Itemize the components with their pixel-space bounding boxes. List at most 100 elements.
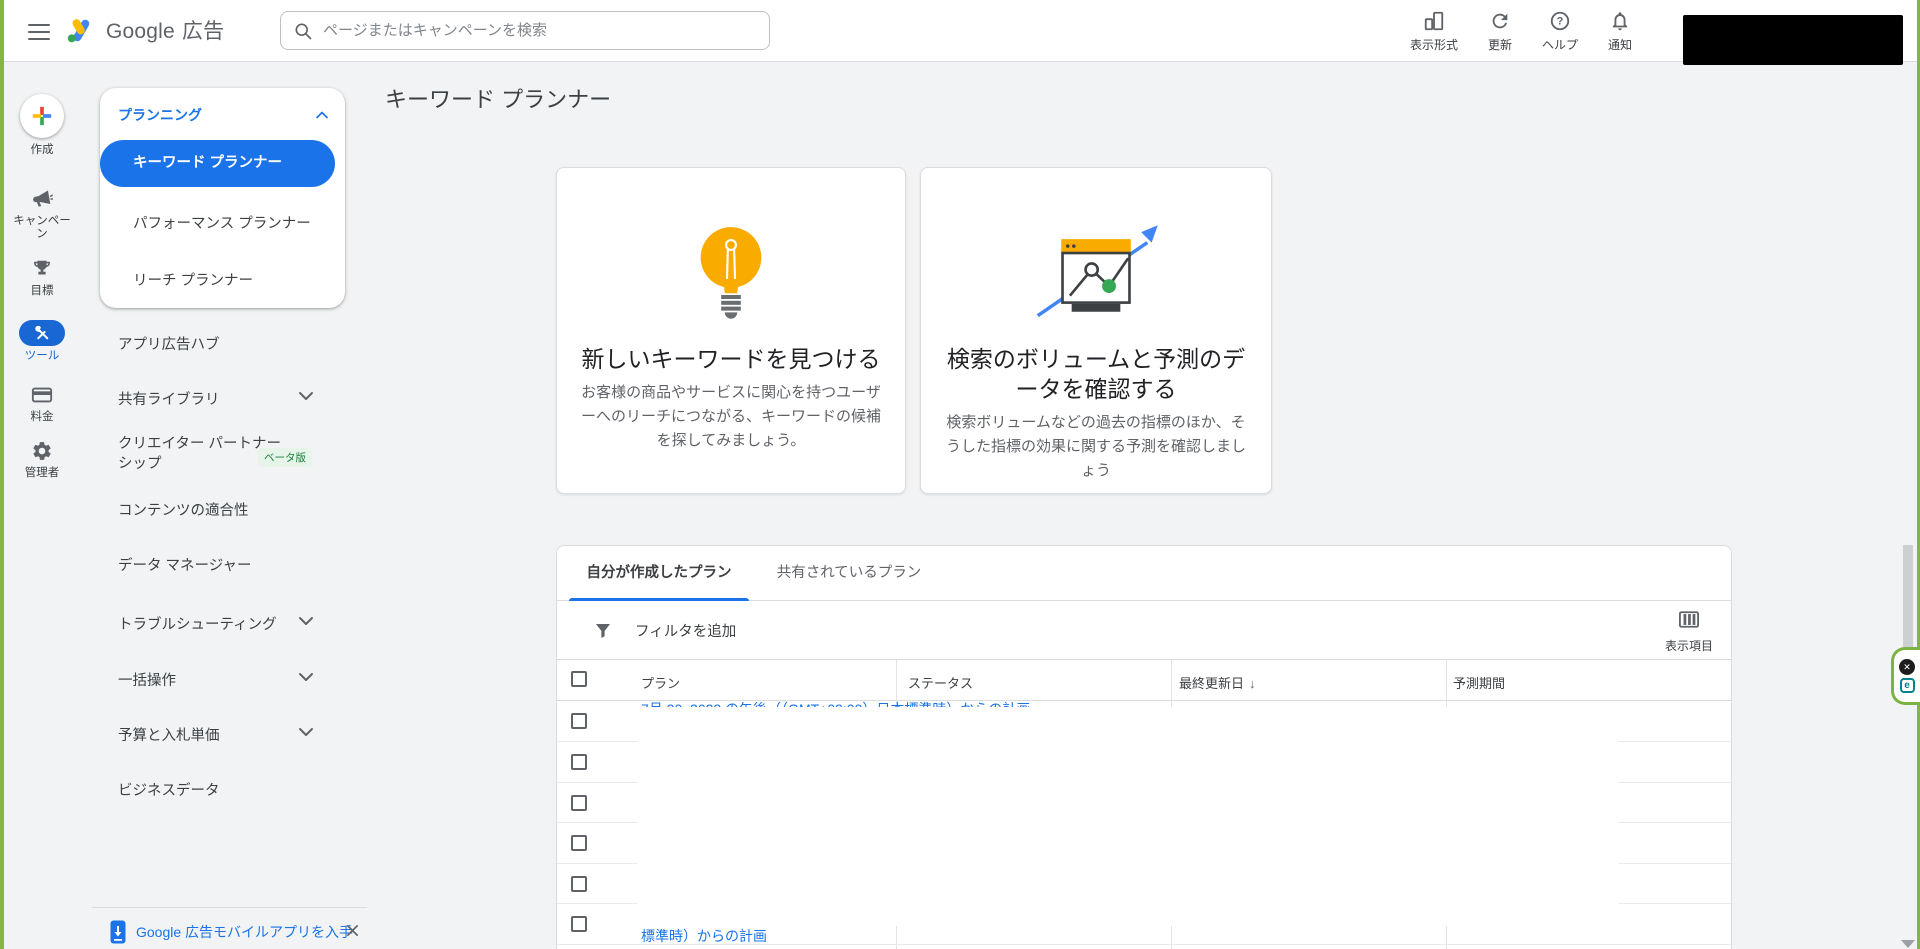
sidebar-item-app-ads-hub[interactable]: アプリ広告ハブ (118, 333, 220, 354)
admin-gear-icon (33, 442, 51, 460)
vertical-scrollbar-thumb[interactable] (1903, 545, 1913, 648)
extension-e-badge-icon[interactable]: e (1899, 678, 1915, 693)
sidebar-item-keyword-planner[interactable]: キーワード プランナー (100, 140, 335, 187)
discover-keywords-title: 新しいキーワードを見つける (581, 346, 881, 372)
brand-wordmark: Google 広告 (106, 20, 225, 43)
search-volume-forecast-card[interactable]: 検索のボリュームと予測のデータを確認する 検索ボリュームなどの過去の指標のほか、… (920, 167, 1272, 494)
select-all-checkbox[interactable] (571, 671, 587, 687)
plans-tabs: 自分が作成したプラン 共有されているプラン (557, 546, 1731, 601)
chevron-up-icon (316, 111, 328, 119)
rail-item-admin[interactable]: 管理者 (4, 440, 80, 480)
tab-shared-plans[interactable]: 共有されているプラン (749, 546, 949, 601)
chevron-down-icon[interactable] (298, 726, 314, 738)
plan-link-clipped[interactable]: 7月 30, 2023 の午後（（GMT+09:00）日本標準時）からの計画 (641, 699, 1030, 707)
discover-keywords-description: お客様の商品やサービスに関心を持つユーザーへのリーチにつながる、キーワードの候補… (580, 384, 881, 449)
planning-section-header[interactable]: プランニング (100, 88, 345, 125)
sidebar-item-bulk-actions[interactable]: 一括操作 (118, 669, 176, 690)
tab-my-plans[interactable]: 自分が作成したプラン (569, 546, 749, 601)
rail-label-tools: ツール (24, 350, 60, 362)
row-checkbox[interactable] (571, 754, 587, 770)
google-ads-logo-icon (67, 18, 90, 42)
extension-close-icon[interactable]: ✕ (1899, 659, 1915, 675)
rail-item-goals[interactable]: 目標 (4, 258, 80, 298)
lightbulb-icon (700, 227, 762, 319)
row-checkbox[interactable] (571, 875, 587, 892)
refresh-button[interactable]: 更新 (1472, 9, 1528, 53)
column-header-last-updated[interactable]: 最終更新日 ↓ (1179, 673, 1256, 692)
columns-icon (1679, 611, 1699, 628)
forecast-chart-icon (1036, 225, 1158, 318)
sidebar-item-data-manager[interactable]: データ マネージャー (118, 554, 252, 575)
rail-item-campaigns[interactable]: キャンペーン (4, 188, 80, 241)
planning-sidebar: プランニング キーワード プランナー パフォーマンス プランナー リーチ プラン… (80, 62, 367, 949)
chevron-down-icon[interactable] (298, 390, 314, 402)
google-ads-logo[interactable]: Google 広告 (64, 15, 224, 45)
sidebar-item-reach-planner[interactable]: リーチ プランナー (133, 269, 253, 290)
chevron-down-icon[interactable] (298, 615, 314, 627)
redaction-overlay (638, 707, 1618, 926)
rail-item-billing[interactable]: 料金 (4, 384, 80, 424)
mobile-app-download-icon (110, 920, 126, 944)
svg-text:?: ? (1557, 16, 1564, 28)
sidebar-item-troubleshooting[interactable]: トラブルシューティング (118, 613, 277, 634)
filter-row: フィルタを追加 表示項目 (557, 601, 1731, 660)
mobile-app-promo[interactable]: Google 広告モバイルアプリを入手 (110, 920, 353, 944)
row-checkbox[interactable] (571, 835, 587, 851)
rail-label-goals: 目標 (30, 285, 54, 297)
add-filter-button[interactable]: フィルタを追加 (595, 620, 736, 641)
row-checkbox[interactable] (571, 713, 587, 729)
top-bar: Google広告 表示形式 (0, 0, 1920, 62)
trophy-icon (34, 260, 50, 275)
megaphone-icon (33, 190, 54, 207)
keyword-planner-label: キーワード プランナー (133, 155, 283, 171)
notifications-label: 通知 (1607, 38, 1632, 52)
refresh-icon (1489, 9, 1511, 33)
sort-descending-icon: ↓ (1249, 676, 1256, 691)
columns-button[interactable]: 表示項目 (1661, 611, 1717, 654)
row-checkbox[interactable] (571, 916, 587, 932)
tools-active-pill[interactable] (19, 320, 65, 346)
sidebar-item-business-data[interactable]: ビジネスデータ (118, 779, 220, 800)
chevron-down-icon[interactable] (298, 671, 314, 683)
rail-label-billing: 料金 (30, 411, 54, 423)
search-icon (295, 23, 312, 39)
help-button[interactable]: ? ヘルプ (1532, 9, 1588, 53)
discover-keywords-card[interactable]: 新しいキーワードを見つける お客様の商品やサービスに関心を持つユーザーへのリーチ… (556, 167, 906, 494)
planning-section-label: プランニング (118, 107, 202, 123)
sidebar-item-shared-library[interactable]: 共有ライブラリ (118, 388, 220, 409)
display-format-label: 表示形式 (1409, 38, 1458, 52)
left-rail: 作成 キャンペーン 目標 ツール 料金 管理者 (4, 62, 80, 949)
notifications-button[interactable]: 通知 (1592, 9, 1648, 53)
sidebar-item-content-suitability[interactable]: コンテンツの適合性 (118, 499, 249, 520)
column-header-status[interactable]: ステータス (908, 673, 973, 692)
row-checkbox[interactable] (571, 794, 587, 811)
billing-card-icon (31, 387, 53, 403)
column-header-plan[interactable]: プラン (641, 673, 680, 692)
search-volume-forecast-description: 検索ボリュームなどの過去の指標のほか、そうした指標の効果に関する予測を確認しまし… (945, 414, 1246, 479)
sidebar-item-budgets-bids[interactable]: 予算と入札単価 (118, 724, 220, 745)
rail-label-campaigns: キャンペーン (13, 215, 71, 240)
create-button[interactable] (20, 94, 64, 138)
sidebar-item-performance-planner[interactable]: パフォーマンス プランナー (133, 212, 311, 233)
add-filter-label: フィルタを追加 (635, 624, 737, 640)
hamburger-menu-icon[interactable] (28, 24, 50, 40)
search-input[interactable] (323, 22, 757, 39)
rail-label-admin: 管理者 (24, 467, 60, 479)
display-format-button[interactable]: 表示形式 (1400, 9, 1468, 53)
column-header-forecast-period[interactable]: 予測期間 (1453, 673, 1505, 692)
page-title: キーワード プランナー (385, 87, 612, 112)
filter-funnel-icon (596, 623, 610, 638)
rail-item-create[interactable]: 作成 (4, 94, 80, 157)
planning-section-card: プランニング キーワード プランナー パフォーマンス プランナー リーチ プラン… (100, 88, 345, 308)
google-ads-keyword-planner-screen: Google広告 表示形式 (0, 0, 1920, 949)
display-format-icon (1423, 9, 1445, 33)
global-search (280, 11, 770, 50)
capture-frame-left (0, 0, 4, 949)
table-header-row: プラン ステータス 最終更新日 ↓ 予測期間 (557, 660, 1731, 701)
close-icon[interactable] (346, 924, 359, 937)
sidebar-divider (92, 907, 367, 908)
rail-item-tools[interactable]: ツール (4, 320, 80, 363)
scrollbar-down-arrow[interactable] (1901, 940, 1915, 948)
tools-icon (35, 325, 49, 340)
plan-link-fragment[interactable]: 標準時）からの計画 (641, 926, 767, 946)
